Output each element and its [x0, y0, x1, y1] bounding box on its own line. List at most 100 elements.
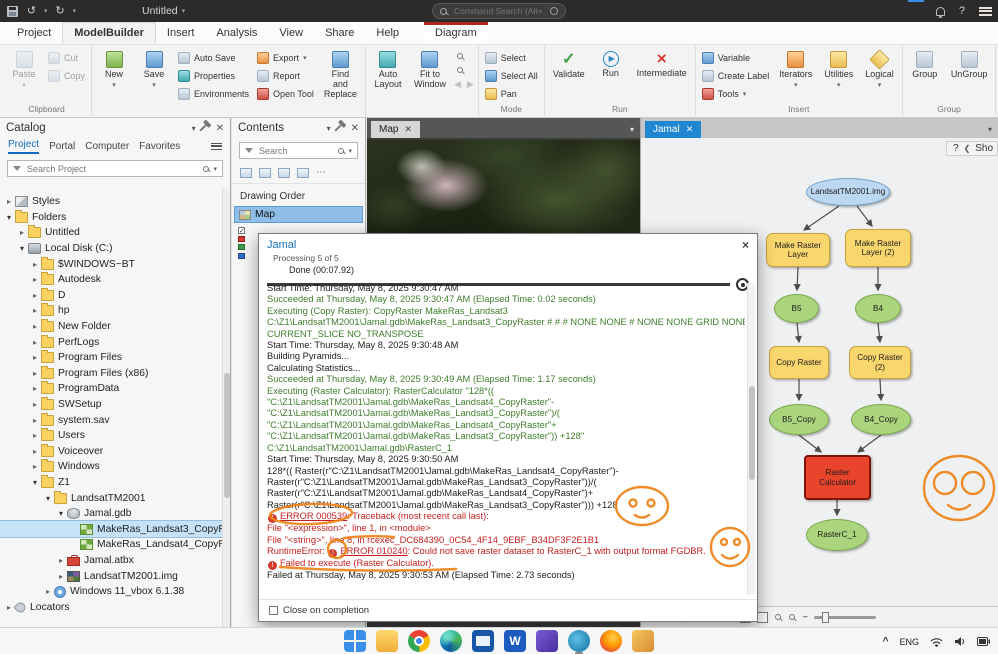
- expand-arrow-icon[interactable]: [56, 556, 66, 565]
- model-node-copy-raster[interactable]: Copy Raster: [769, 346, 829, 379]
- intermediate-button[interactable]: × Intermediate: [633, 48, 691, 82]
- chevron-down-icon[interactable]: ▾: [327, 124, 331, 133]
- view-layout-icon[interactable]: [757, 612, 768, 623]
- group-button[interactable]: Group: [907, 48, 943, 83]
- close-icon[interactable]: ✕: [686, 124, 694, 135]
- chevron-down-icon[interactable]: ▾: [192, 124, 196, 133]
- tab-project[interactable]: Project: [6, 23, 62, 44]
- tab-help[interactable]: Help: [365, 23, 410, 44]
- tab-insert[interactable]: Insert: [156, 23, 206, 44]
- expand-arrow-icon[interactable]: [43, 494, 53, 503]
- model-node-b4-copy[interactable]: B4_Copy: [851, 404, 911, 435]
- tree-item[interactable]: MakeRas_Landsat3_CopyRaster: [0, 521, 222, 537]
- expand-arrow-icon[interactable]: [30, 384, 40, 393]
- tree-item[interactable]: PerfLogs: [0, 334, 222, 350]
- expand-arrow-icon[interactable]: [30, 353, 40, 362]
- error-code-link[interactable]: ERROR 000539: [280, 511, 347, 521]
- zoom-out-minus[interactable]: −: [802, 612, 808, 623]
- tree-item[interactable]: Windows: [0, 459, 222, 475]
- catalog-tab-project[interactable]: Project: [8, 139, 39, 154]
- zoom-slider-thumb[interactable]: [822, 612, 829, 623]
- word[interactable]: [504, 630, 526, 652]
- model-node-raster-calculator[interactable]: Raster Calculator: [804, 455, 871, 500]
- forward-arrow-icon[interactable]: ▶: [467, 79, 474, 90]
- tree-item[interactable]: system.sav: [0, 412, 222, 428]
- tree-item[interactable]: Windows 11_vbox 6.1.38: [0, 584, 222, 600]
- tab-share[interactable]: Share: [314, 23, 365, 44]
- catalog-scrollbar[interactable]: [222, 188, 230, 627]
- redo-button[interactable]: ↻: [54, 5, 67, 18]
- copy-button[interactable]: Copy: [46, 69, 87, 83]
- model-node-make-raster-layer[interactable]: Make Raster Layer: [766, 233, 830, 267]
- edge[interactable]: [440, 630, 462, 652]
- save-project-button[interactable]: [6, 5, 19, 18]
- logical-button[interactable]: Logical▾: [861, 48, 898, 93]
- tree-item[interactable]: Program Files: [0, 350, 222, 366]
- tab-analysis[interactable]: Analysis: [205, 23, 268, 44]
- catalog-tab-favorites[interactable]: Favorites: [139, 141, 180, 152]
- contents-search-input[interactable]: [257, 145, 334, 157]
- chevron-down-icon[interactable]: ▾: [982, 125, 998, 138]
- chevron-down-icon[interactable]: ▾: [624, 125, 640, 138]
- battery-icon[interactable]: [977, 637, 990, 646]
- cut-button[interactable]: Cut: [46, 51, 87, 65]
- auto-save-button[interactable]: Auto Save: [176, 51, 251, 65]
- catalog-search[interactable]: ▾: [7, 160, 223, 177]
- expand-arrow-icon[interactable]: [56, 509, 66, 518]
- pin-icon[interactable]: [334, 124, 341, 131]
- new-button[interactable]: New▾: [96, 48, 132, 93]
- model-node-make-raster-layer-2[interactable]: Make Raster Layer (2): [845, 229, 911, 267]
- close-icon[interactable]: ✕: [404, 124, 412, 135]
- mail[interactable]: [472, 630, 494, 652]
- layer-checkbox[interactable]: ✓: [238, 227, 245, 234]
- help-button[interactable]: ?: [959, 5, 965, 17]
- expand-arrow-icon[interactable]: [17, 228, 27, 237]
- tree-item[interactable]: Z1: [0, 475, 222, 491]
- zoom-out-button[interactable]: [454, 65, 474, 75]
- contents-map-item[interactable]: Map: [234, 206, 363, 223]
- expand-arrow-icon[interactable]: [30, 416, 40, 425]
- command-search[interactable]: [432, 3, 566, 19]
- export-button[interactable]: Export▾: [255, 51, 316, 65]
- tab-modelbuilder[interactable]: ModelBuilder: [62, 22, 156, 44]
- volume-icon[interactable]: [954, 636, 966, 647]
- satellite-imagery[interactable]: [367, 140, 640, 235]
- firefox[interactable]: [600, 630, 622, 652]
- tree-item[interactable]: SWSetup: [0, 397, 222, 413]
- model-node-input-raster[interactable]: LandsatTM2001.img: [806, 178, 890, 206]
- expand-arrow-icon[interactable]: [30, 322, 40, 331]
- photos[interactable]: [632, 630, 654, 652]
- notifications-icon[interactable]: [936, 7, 945, 16]
- language-indicator[interactable]: ENG: [899, 637, 919, 647]
- tab-jamal[interactable]: Jamal✕: [645, 121, 701, 138]
- chevron-down-icon[interactable]: ▾: [213, 165, 217, 173]
- model-node-b5[interactable]: B5: [774, 294, 819, 323]
- model-node-b5-copy[interactable]: B5_Copy: [769, 404, 829, 435]
- tree-item[interactable]: Users: [0, 428, 222, 444]
- tree-item[interactable]: Local Disk (C:): [0, 241, 222, 257]
- expand-arrow-icon[interactable]: [30, 447, 40, 456]
- scrollbar-thumb[interactable]: [749, 386, 755, 480]
- menu-icon[interactable]: [211, 143, 222, 150]
- expand-arrow-icon[interactable]: [30, 275, 40, 284]
- tree-item[interactable]: Program Files (x86): [0, 366, 222, 382]
- close-on-completion-checkbox[interactable]: [269, 606, 278, 615]
- tree-item[interactable]: LandsatTM2001.img: [0, 568, 222, 584]
- save-button[interactable]: Save▾: [136, 48, 172, 93]
- list-by-selection-icon[interactable]: [278, 168, 290, 178]
- contents-search[interactable]: ▾: [239, 142, 358, 159]
- undo-button[interactable]: ↺: [25, 5, 38, 18]
- model-node-copy-raster-2[interactable]: Copy Raster (2): [849, 346, 911, 379]
- expand-arrow-icon[interactable]: [30, 260, 40, 269]
- fit-to-window-button[interactable]: Fit to Window: [410, 48, 450, 93]
- select-all-button[interactable]: Select All: [483, 69, 540, 83]
- tab-diagram[interactable]: Diagram: [424, 22, 488, 44]
- tree-item[interactable]: D: [0, 288, 222, 304]
- zoom-in-button[interactable]: [454, 51, 474, 61]
- error-code-link[interactable]: ERROR 010240: [340, 546, 407, 556]
- tree-item[interactable]: ProgramData: [0, 381, 222, 397]
- chevron-down-icon[interactable]: ▾: [44, 7, 48, 15]
- tree-item[interactable]: Jamal.gdb: [0, 506, 222, 522]
- variable-button[interactable]: Variable: [700, 51, 772, 65]
- tree-item[interactable]: Folders: [0, 210, 222, 226]
